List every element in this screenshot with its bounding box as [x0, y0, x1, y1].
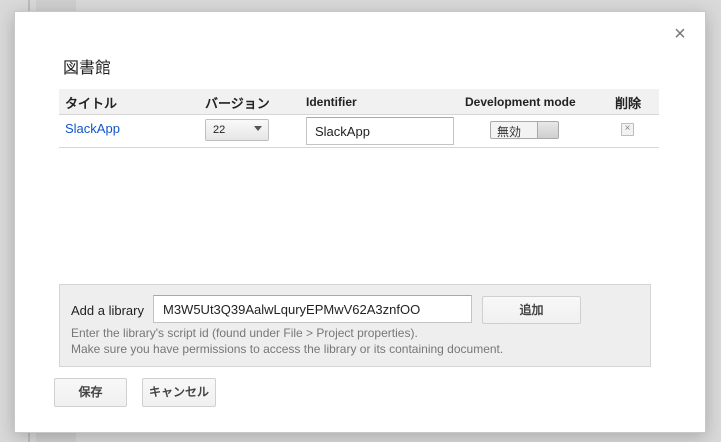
save-button[interactable]: 保存 [54, 378, 127, 407]
dev-mode-label: 無効 [497, 125, 522, 139]
chevron-down-icon [254, 126, 262, 131]
dev-mode-toggle[interactable]: 無効 [490, 121, 559, 139]
header-dev-mode: Development mode [465, 95, 576, 109]
close-icon[interactable]: × [671, 24, 689, 44]
add-button[interactable]: 追加 [482, 296, 581, 324]
identifier-input[interactable]: SlackApp [306, 117, 454, 145]
table-header: タイトル バージョン Identifier Development mode 削… [59, 89, 659, 115]
table-row: SlackApp 22 SlackApp 無効 × [59, 115, 659, 148]
cancel-button[interactable]: キャンセル [142, 378, 216, 407]
toggle-knob [537, 122, 558, 138]
version-select[interactable]: 22 [205, 119, 269, 141]
close-icon[interactable]: × [621, 123, 634, 136]
header-identifier: Identifier [306, 95, 357, 109]
add-library-panel: Add a library M3W5Ut3Q39AalwLquryEPMwV62… [59, 284, 651, 367]
libraries-table: タイトル バージョン Identifier Development mode 削… [59, 89, 659, 148]
header-title: タイトル [65, 96, 118, 111]
version-value: 22 [213, 124, 226, 136]
help-text-line2: Make sure you have permissions to access… [71, 342, 504, 356]
libraries-dialog: × 図書館 タイトル バージョン Identifier Development … [14, 11, 706, 433]
library-title-link[interactable]: SlackApp [65, 121, 120, 136]
header-version: バージョン [205, 96, 270, 111]
dialog-title: 図書館 [63, 60, 112, 77]
add-library-label: Add a library [71, 303, 144, 318]
header-delete: 削除 [615, 96, 642, 111]
help-text-line1: Enter the library's script id (found und… [71, 326, 418, 340]
library-id-input[interactable]: M3W5Ut3Q39AalwLquryEPMwV62A3znfOO [153, 295, 472, 323]
